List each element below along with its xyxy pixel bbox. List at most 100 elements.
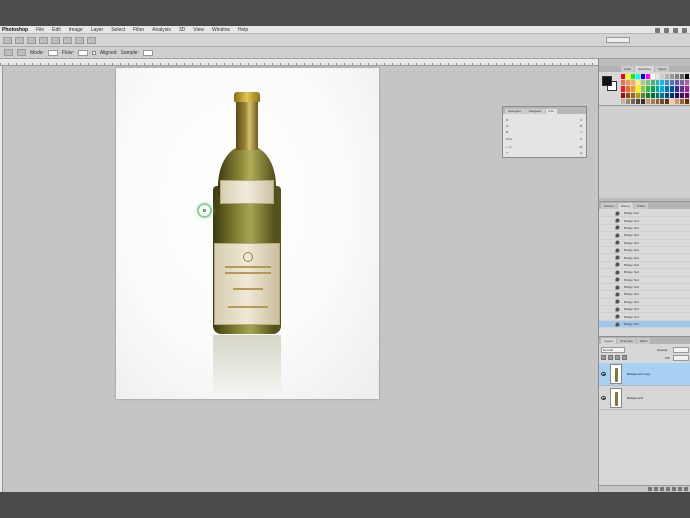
color-swatch[interactable] [621, 80, 625, 86]
color-swatch[interactable] [621, 74, 625, 80]
menu-select[interactable]: Select [107, 27, 129, 33]
tool-preset-picker[interactable] [4, 49, 13, 56]
color-swatch[interactable] [675, 98, 680, 104]
tab-styles[interactable]: Styles [655, 66, 670, 72]
color-swatch[interactable] [685, 80, 689, 86]
tab-channels[interactable]: Channels [617, 338, 636, 344]
color-swatch[interactable] [685, 92, 689, 98]
rotate-view-button[interactable] [63, 36, 72, 44]
color-swatch[interactable] [630, 86, 635, 92]
color-swatch[interactable] [665, 74, 670, 80]
color-swatch[interactable] [675, 92, 680, 98]
layer-style-icon[interactable] [654, 487, 658, 491]
color-swatch[interactable] [675, 86, 680, 92]
tab-paths[interactable]: Paths [636, 338, 651, 344]
color-swatch[interactable] [670, 92, 675, 98]
layer-row[interactable]: Background copy [599, 363, 690, 386]
color-swatch[interactable] [625, 74, 630, 80]
color-swatch[interactable] [655, 98, 660, 104]
color-swatch[interactable] [621, 92, 625, 98]
color-swatch[interactable] [621, 98, 625, 104]
blend-mode-select[interactable]: Normal [601, 346, 625, 353]
brush-picker[interactable] [17, 49, 26, 56]
color-swatch[interactable] [630, 92, 635, 98]
view-extras-button[interactable] [27, 36, 36, 44]
color-swatch[interactable] [621, 86, 625, 92]
history-state[interactable]: Bridge Tool [599, 225, 690, 233]
color-swatch[interactable] [660, 86, 665, 92]
flow-field[interactable] [77, 49, 88, 56]
color-swatch[interactable] [645, 98, 650, 104]
color-swatch[interactable] [665, 98, 670, 104]
color-swatch[interactable] [685, 98, 689, 104]
color-swatch[interactable] [640, 74, 645, 80]
color-swatch[interactable] [640, 80, 645, 86]
color-swatch[interactable] [645, 74, 650, 80]
menu-help[interactable]: Help [234, 27, 252, 33]
color-swatch[interactable] [660, 98, 665, 104]
tab-swatches[interactable]: Swatches [635, 66, 655, 72]
color-swatch[interactable] [670, 80, 675, 86]
color-swatch[interactable] [650, 92, 655, 98]
lock-transparency-icon[interactable] [601, 355, 606, 360]
color-swatch[interactable] [625, 92, 630, 98]
trash-icon[interactable] [684, 487, 688, 491]
screen-mode-button[interactable] [87, 36, 96, 44]
color-swatch[interactable] [680, 86, 685, 92]
history-state[interactable]: Bridge Tool [599, 320, 690, 329]
menu-view[interactable]: View [189, 27, 208, 33]
color-swatch[interactable] [685, 86, 689, 92]
color-swatch[interactable] [655, 74, 660, 80]
color-swatch[interactable] [645, 80, 650, 86]
menu-image[interactable]: Image [65, 27, 87, 33]
layer-row[interactable]: Background [599, 387, 690, 410]
color-swatch[interactable] [635, 74, 640, 80]
color-swatch[interactable] [680, 74, 685, 80]
color-swatch[interactable] [670, 98, 675, 104]
color-swatch[interactable] [680, 92, 685, 98]
color-swatch[interactable] [635, 98, 640, 104]
color-swatch[interactable] [675, 80, 680, 86]
color-swatch[interactable] [660, 80, 665, 86]
lock-all-icon[interactable] [622, 355, 627, 360]
tab-layers[interactable]: Layers [601, 338, 617, 344]
tab-color[interactable]: Color [621, 66, 635, 72]
color-swatch[interactable] [655, 86, 660, 92]
history-state[interactable]: Bridge Tool [599, 217, 690, 225]
history-state[interactable]: Bridge Tool [599, 313, 690, 321]
lock-pixels-icon[interactable] [608, 355, 613, 360]
zoom-level-button[interactable] [39, 36, 48, 44]
color-swatch[interactable] [670, 86, 675, 92]
color-swatch[interactable] [675, 74, 680, 80]
aligned-checkbox[interactable] [91, 50, 96, 55]
color-swatch[interactable] [630, 74, 635, 80]
tab-actions[interactable]: Actions [601, 203, 617, 209]
wifi-icon[interactable] [655, 27, 660, 33]
color-swatch[interactable] [660, 92, 665, 98]
menu-edit[interactable]: Edit [48, 27, 65, 33]
color-swatch[interactable] [635, 86, 640, 92]
menu-file[interactable]: File [32, 27, 48, 33]
adjustment-layer-icon[interactable] [666, 487, 670, 491]
color-swatch[interactable] [630, 98, 635, 104]
color-swatch[interactable] [635, 80, 640, 86]
history-state[interactable]: Bridge Tool [599, 240, 690, 247]
color-swatch[interactable] [650, 98, 655, 104]
color-swatch[interactable] [665, 80, 670, 86]
document-canvas[interactable] [116, 68, 379, 399]
menu-analysis[interactable]: Analysis [148, 27, 175, 33]
new-group-icon[interactable] [672, 487, 676, 491]
color-swatch[interactable] [625, 98, 630, 104]
color-swatch[interactable] [670, 74, 675, 80]
history-state[interactable]: Bridge Tool [599, 247, 690, 255]
mini-bridge-button[interactable] [15, 36, 24, 44]
lock-position-icon[interactable] [615, 355, 620, 360]
spotlight-icon[interactable] [682, 27, 687, 33]
add-mask-icon[interactable] [660, 487, 664, 491]
hand-tool-button[interactable] [51, 36, 60, 44]
history-state[interactable]: Bridge Tool [599, 232, 690, 240]
color-swatch[interactable] [625, 80, 630, 86]
color-swatch[interactable] [680, 98, 685, 104]
history-state[interactable]: Bridge Tool [599, 269, 690, 277]
color-swatch[interactable] [625, 86, 630, 92]
